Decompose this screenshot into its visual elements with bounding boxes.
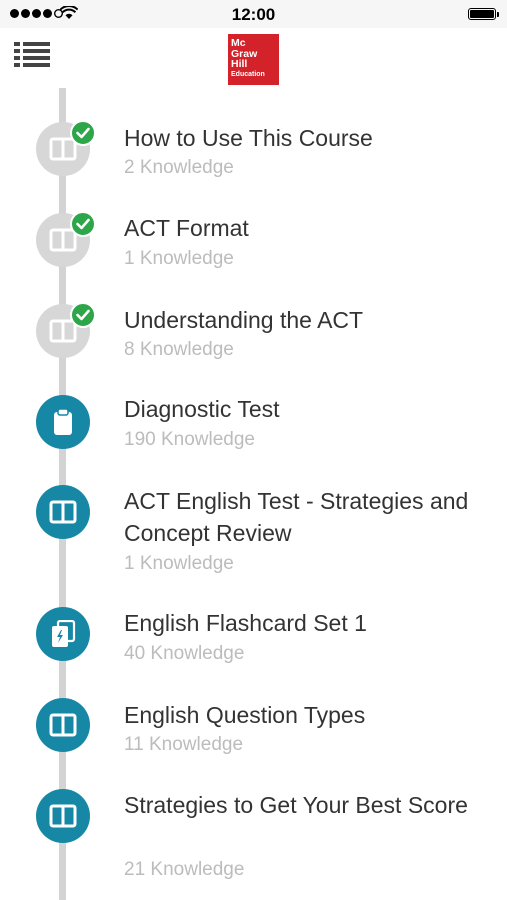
module-status-badge[interactable] (36, 698, 90, 752)
completed-check-icon (70, 302, 96, 328)
module-knowledge-count: 40 Knowledge (124, 643, 245, 664)
status-bar: 12:00 (0, 0, 507, 28)
module-knowledge-count: 190 Knowledge (124, 429, 255, 450)
book-icon (49, 713, 77, 737)
module-knowledge-count: 8 Knowledge (124, 339, 234, 360)
module-status-badge[interactable] (36, 395, 90, 449)
module-title[interactable]: Diagnostic Test (124, 393, 484, 425)
module-knowledge-count: 2 Knowledge (124, 157, 234, 178)
module-title[interactable]: ACT English Test - Strategies and Concep… (124, 485, 484, 549)
battery-icon (468, 8, 499, 20)
mcgraw-hill-logo: Mc Graw Hill Education (228, 34, 279, 85)
completed-check-icon (70, 120, 96, 146)
module-status-badge[interactable] (36, 607, 90, 661)
module-title[interactable]: Strategies to Get Your Best Score (124, 789, 484, 821)
completed-check-icon (70, 211, 96, 237)
list-menu-icon (14, 42, 50, 67)
module-status-badge[interactable] (36, 485, 90, 539)
module-title[interactable]: English Question Types (124, 699, 484, 731)
module-title[interactable]: Understanding the ACT (124, 304, 484, 336)
module-knowledge-count: 1 Knowledge (124, 248, 234, 269)
module-knowledge-count: 11 Knowledge (124, 734, 244, 755)
clipboard-icon (52, 408, 74, 436)
menu-button[interactable] (14, 40, 50, 70)
module-title[interactable]: How to Use This Course (124, 122, 484, 154)
book-icon (49, 500, 77, 524)
status-time: 12:00 (231, 5, 276, 24)
module-knowledge-count: 1 Knowledge (124, 553, 234, 574)
module-title[interactable]: English Flashcard Set 1 (124, 607, 484, 639)
book-icon (49, 804, 77, 828)
module-title[interactable]: ACT Format (124, 212, 484, 244)
module-knowledge-count: 21 Knowledge (124, 859, 245, 880)
flashcard-icon (50, 620, 76, 648)
module-status-badge[interactable] (36, 789, 90, 843)
